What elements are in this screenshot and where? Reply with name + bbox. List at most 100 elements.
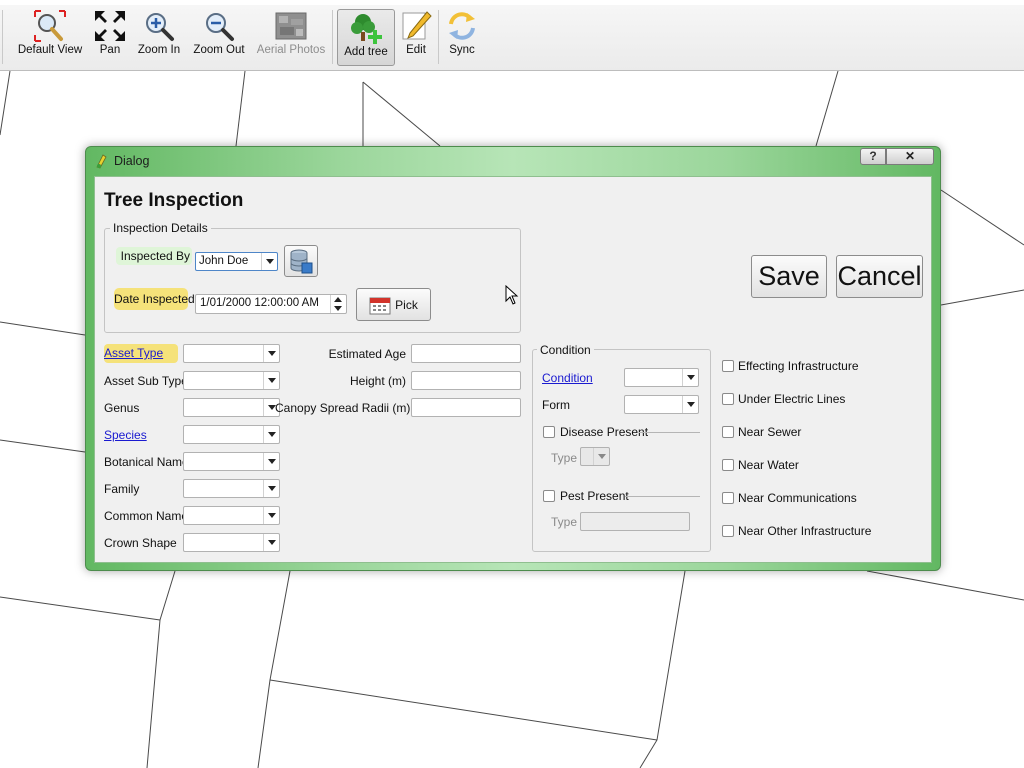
- dialog-client-area: Tree Inspection Inspection Details Inspe…: [94, 176, 932, 563]
- disease-divider: [639, 432, 700, 433]
- pest-present-checkbox[interactable]: [543, 490, 555, 502]
- calendar-icon: [369, 297, 391, 314]
- inspection-details-title: Inspection Details: [110, 221, 211, 235]
- chevron-down-icon[interactable]: [593, 448, 609, 465]
- chevron-down-icon[interactable]: [682, 396, 698, 413]
- genus-combo[interactable]: [183, 398, 280, 417]
- chevron-down-icon[interactable]: [263, 372, 279, 389]
- chevron-down-icon[interactable]: [261, 253, 277, 270]
- species-label[interactable]: Species: [104, 428, 147, 442]
- near-water-checkbox[interactable]: [722, 459, 734, 471]
- near-other-infrastructure-checkbox[interactable]: [722, 525, 734, 537]
- default-view-button[interactable]: Default View: [16, 8, 84, 66]
- chevron-down-icon[interactable]: [263, 480, 279, 497]
- inspected-by-combo[interactable]: John Doe: [195, 252, 278, 271]
- inspected-by-label: Inspected By: [116, 247, 192, 265]
- crown-shape-combo[interactable]: [183, 533, 280, 552]
- edit-button[interactable]: Edit: [399, 8, 433, 66]
- family-label: Family: [104, 482, 140, 496]
- inspection-details-group: [104, 228, 521, 333]
- save-label: Save: [758, 261, 820, 291]
- chevron-down-icon[interactable]: [263, 534, 279, 551]
- botanical-name-combo[interactable]: [183, 452, 280, 471]
- estimated-age-field[interactable]: [411, 344, 521, 363]
- date-inspected-field[interactable]: 1/01/2000 12:00:00 AM: [195, 294, 347, 314]
- pick-date-button[interactable]: Pick: [356, 288, 431, 321]
- common-name-label: Common Name: [104, 509, 189, 523]
- pan-label: Pan: [99, 44, 121, 56]
- close-button[interactable]: ✕: [886, 148, 934, 165]
- chevron-down-icon[interactable]: [263, 345, 279, 362]
- disease-type-label: Type: [551, 451, 578, 465]
- near-other-infrastructure-label: Near Other Infrastructure: [738, 524, 872, 538]
- date-inspected-label: Date Inspected: [114, 288, 195, 310]
- add-tree-button[interactable]: Add tree: [337, 9, 395, 66]
- under-electric-lines-checkbox[interactable]: [722, 393, 734, 405]
- condition-combo[interactable]: [624, 368, 699, 387]
- mouse-cursor-icon: [505, 285, 519, 305]
- chevron-down-icon[interactable]: [263, 507, 279, 524]
- effecting-infrastructure-label: Effecting Infrastructure: [738, 359, 859, 373]
- help-button[interactable]: ?: [860, 148, 886, 165]
- canopy-spread-field[interactable]: [411, 398, 521, 417]
- chevron-down-icon[interactable]: [682, 369, 698, 386]
- cancel-button[interactable]: Cancel: [836, 255, 923, 298]
- zoom-out-icon: [206, 13, 234, 41]
- aerial-photos-button[interactable]: Aerial Photos: [256, 8, 326, 66]
- height-label: Height (m): [349, 374, 406, 388]
- pest-type-field[interactable]: [580, 512, 690, 531]
- condition-label[interactable]: Condition: [542, 371, 593, 385]
- save-button[interactable]: Save: [751, 255, 827, 298]
- family-combo[interactable]: [183, 479, 280, 498]
- form-label: Form: [542, 398, 570, 412]
- zoom-in-icon: [146, 13, 174, 41]
- asset-sub-type-combo[interactable]: [183, 371, 280, 390]
- pest-divider: [625, 496, 700, 497]
- asset-type-combo[interactable]: [183, 344, 280, 363]
- common-name-combo[interactable]: [183, 506, 280, 525]
- dialog-titlebar[interactable]: Dialog ? ✕: [86, 147, 940, 175]
- asset-type-label[interactable]: Asset Type: [104, 344, 178, 363]
- sync-button[interactable]: Sync: [443, 8, 481, 66]
- toolbar-separator: [332, 10, 333, 64]
- zoom-out-button[interactable]: Zoom Out: [192, 8, 246, 66]
- form-combo[interactable]: [624, 395, 699, 414]
- near-sewer-checkbox[interactable]: [722, 426, 734, 438]
- zoom-in-button[interactable]: Zoom In: [136, 8, 182, 66]
- species-combo[interactable]: [183, 425, 280, 444]
- near-communications-label: Near Communications: [738, 491, 857, 505]
- zoom-out-label: Zoom Out: [193, 44, 245, 56]
- app-logo-icon: [96, 154, 107, 169]
- date-spinner[interactable]: [330, 295, 346, 313]
- canopy-spread-label: Canopy Spread Radii (m): [275, 401, 411, 415]
- chevron-down-icon[interactable]: [263, 453, 279, 470]
- effecting-infrastructure-checkbox[interactable]: [722, 360, 734, 372]
- main-toolbar: Default View Pan Zoom In Zoom Out Aerial…: [0, 0, 1024, 71]
- under-electric-lines-label: Under Electric Lines: [738, 392, 846, 406]
- spin-up-icon[interactable]: [334, 297, 342, 302]
- cancel-label: Cancel: [837, 261, 922, 291]
- aerial-photo-icon: [275, 12, 307, 40]
- pest-type-label: Type: [551, 515, 578, 529]
- dialog-heading: Tree Inspection: [104, 190, 244, 211]
- disease-present-checkbox[interactable]: [543, 426, 555, 438]
- near-water-label: Near Water: [738, 458, 799, 472]
- height-field[interactable]: [411, 371, 521, 390]
- database-lookup-button[interactable]: [284, 245, 318, 277]
- database-icon: [290, 249, 313, 274]
- near-communications-checkbox[interactable]: [722, 492, 734, 504]
- pan-button[interactable]: Pan: [90, 8, 130, 66]
- disease-type-combo[interactable]: [580, 447, 610, 466]
- edit-label: Edit: [406, 44, 426, 56]
- genus-label: Genus: [104, 401, 140, 415]
- inspected-by-value: John Doe: [199, 255, 249, 267]
- dialog-title: Dialog: [114, 154, 150, 168]
- pick-label: Pick: [395, 297, 418, 312]
- add-tree-label: Add tree: [344, 46, 388, 58]
- zoom-in-label: Zoom In: [137, 44, 181, 56]
- spin-down-icon[interactable]: [334, 306, 342, 311]
- disease-present-label: Disease Present: [560, 425, 649, 439]
- sync-label: Sync: [449, 44, 475, 56]
- pan-arrows-icon: [95, 11, 125, 41]
- chevron-down-icon[interactable]: [263, 426, 279, 443]
